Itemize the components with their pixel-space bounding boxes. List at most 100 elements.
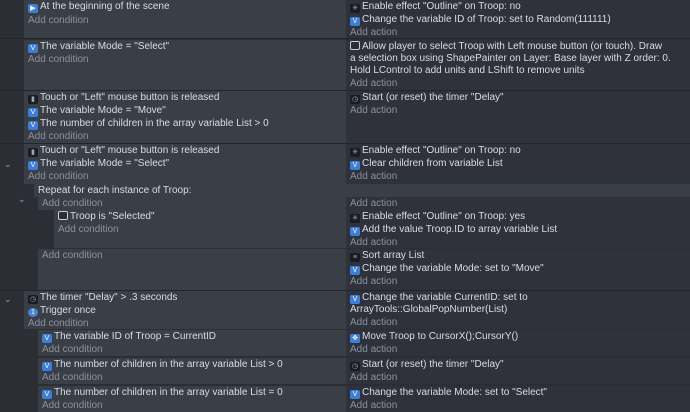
condition-line[interactable]: ◷ The timer "Delay" > .3 seconds [24,291,346,304]
add-action-link[interactable]: Add action [346,399,690,412]
add-action-link[interactable]: Add action [346,197,690,210]
event-release-move[interactable]: ▮ Touch or "Left" mouse button is release… [0,91,690,143]
condition-line[interactable]: V The number of children in the array var… [38,386,346,399]
sub-actions-panel[interactable]: ◷ Start (or reset) the timer "Delay" Add … [346,358,690,384]
sub-conditions-panel[interactable]: V The number of children in the array var… [38,386,346,412]
action-text: Change the variable ID of Troop: set to … [362,14,611,25]
condition-line[interactable]: V The variable Mode = "Select" [24,40,346,53]
action-line[interactable]: ✳ Enable effect "Outline" on Troop: no [346,0,690,13]
variable-icon: V [42,362,52,371]
selection-icon [350,41,360,50]
add-action-link[interactable]: Add action [346,343,690,356]
actions-panel[interactable]: ✳ Enable effect "Outline" on Troop: no VC… [346,0,690,38]
sub-conditions-panel[interactable]: Troop is "Selected" Add condition [54,210,346,248]
condition-line[interactable]: V The variable ID of Troop = CurrentID [38,330,346,343]
add-action-link[interactable]: Add action [346,275,690,288]
condition-text: Trigger once [40,305,96,316]
condition-line[interactable]: ▶ At the beginning of the scene [24,0,346,13]
add-action-link[interactable]: Add action [346,316,690,329]
variable-icon: V [350,17,360,26]
condition-line[interactable]: ▮ Touch or "Left" mouse button is release… [24,144,346,157]
collapse-chevron-icon[interactable]: ⌄ [4,294,14,304]
action-text: Change the variable Mode: set to "Select… [362,387,547,398]
sub-actions-panel[interactable]: V Change the variable Mode: set to "Selec… [346,386,690,412]
add-condition-link[interactable]: Add condition [24,130,346,143]
action-line[interactable]: V Add the value Troop.ID to array variabl… [346,223,690,236]
add-condition-link[interactable]: Add condition [38,371,346,384]
collapse-chevron-icon[interactable]: ⌄ [18,194,28,204]
event-begin-scene[interactable]: ▶ At the beginning of the scene Add condi… [0,0,690,38]
timer-icon: ◷ [28,295,38,304]
sub-actions-panel[interactable]: ✳ Enable effect "Outline" on Troop: yes V… [346,210,690,248]
add-action-link[interactable]: Add action [346,104,690,117]
sub-conditions-panel[interactable]: V The variable ID of Troop = CurrentID Ad… [38,330,346,356]
event-sheet: ▶ At the beginning of the scene Add condi… [0,0,690,412]
repeat-block[interactable]: ⌄ Repeat for each instance of Troop: Add… [0,184,690,290]
conditions-panel[interactable]: ▮ Touch or "Left" mouse button is release… [24,144,346,184]
condition-line[interactable]: 1 Trigger once [24,304,346,317]
sub-actions-panel[interactable]: ✥ Move Troop to CursorX();CursorY() Add a… [346,330,690,356]
action-line: Hold LControl to add units and LShift to… [346,64,690,77]
condition-text: Touch or "Left" mouse button is released [40,92,220,103]
add-action-link[interactable]: Add action [346,371,690,384]
move-icon: ✥ [350,334,360,343]
action-line[interactable]: ✳ Enable effect "Outline" on Troop: no [346,144,690,157]
condition-line[interactable]: ▮ Touch or "Left" mouse button is release… [24,91,346,104]
add-condition-link[interactable]: Add condition [24,14,346,27]
action-line[interactable]: V Change the variable ID of Troop: set to… [346,13,690,26]
condition-line[interactable]: V The number of children in the array var… [38,358,346,371]
variable-icon: V [350,161,360,170]
action-line[interactable]: ✥ Move Troop to CursorX();CursorY() [346,330,690,343]
repeat-header[interactable]: Repeat for each instance of Troop: [34,184,690,197]
variable-icon: V [28,121,38,130]
condition-line[interactable]: V The variable Mode = "Move" [24,104,346,117]
action-text: Change the variable Mode: set to "Move" [362,263,544,274]
action-line[interactable]: ◷ Start (or reset) the timer "Delay" [346,358,690,371]
event-mode-select[interactable]: V The variable Mode = "Select" Add condit… [0,40,690,90]
event-release-select[interactable]: ⌄ ▮ Touch or "Left" mouse button is relea… [0,144,690,184]
add-action-link[interactable]: Add action [346,77,690,90]
action-line[interactable]: ✳ Enable effect "Outline" on Troop: yes [346,210,690,223]
action-line[interactable]: ◷ Start (or reset) the timer "Delay" [346,91,690,104]
mouse-icon: ▮ [28,148,38,157]
add-action-link[interactable]: Add action [346,236,690,249]
add-condition-link[interactable]: Add condition [38,343,346,356]
conditions-panel[interactable]: ▮ Touch or "Left" mouse button is release… [24,91,346,143]
action-text: Allow player to select Troop with Left m… [362,41,663,52]
repeat-conditions-panel[interactable]: Add condition [38,197,346,210]
action-text: Enable effect "Outline" on Troop: no [362,1,521,12]
action-text: Start (or reset) the timer "Delay" [362,92,504,103]
sub-conditions-panel[interactable]: V The number of children in the array var… [38,358,346,384]
add-condition-link[interactable]: Add condition [24,53,346,66]
actions-panel[interactable]: ✳ Enable effect "Outline" on Troop: no VC… [346,144,690,184]
add-condition-link[interactable]: Add condition [38,197,346,210]
timer-icon: ◷ [350,362,360,371]
add-condition-link[interactable]: Add condition [38,399,346,412]
timer-icon: ◷ [350,95,360,104]
action-line[interactable]: V Clear children from variable List [346,157,690,170]
conditions-panel[interactable]: ▶ At the beginning of the scene Add condi… [24,0,346,38]
conditions-panel[interactable]: V The variable Mode = "Select" Add condit… [24,40,346,90]
event-timer-delay[interactable]: ⌄ ◷ The timer "Delay" > .3 seconds 1 Trigg… [0,291,690,412]
actions-panel[interactable]: V Change the variable CurrentID: set to A… [346,291,690,329]
action-line[interactable]: ≡ Sort array List [346,249,690,262]
condition-line[interactable]: V The variable Mode = "Select" [24,157,346,170]
sub-actions-panel[interactable]: ≡ Sort array List V Change the variable Mo… [346,249,690,290]
actions-panel[interactable]: Allow player to select Troop with Left m… [346,40,690,90]
collapse-chevron-icon[interactable]: ⌄ [4,159,14,169]
repeat-actions-panel[interactable]: Add action [346,197,690,210]
add-condition-link[interactable]: Add condition [24,317,346,330]
add-condition-link[interactable]: Add condition [24,170,346,183]
add-condition-link[interactable]: Add condition [54,223,346,236]
add-condition-link[interactable]: Add condition [38,249,346,262]
repeat-header-text: Repeat for each instance of Troop: [38,185,192,196]
actions-panel[interactable]: ◷ Start (or reset) the timer "Delay" Add … [346,91,690,143]
action-line[interactable]: V Change the variable Mode: set to "Move" [346,262,690,275]
action-line[interactable]: V Change the variable Mode: set to "Selec… [346,386,690,399]
action-text: Move Troop to CursorX();CursorY() [362,331,519,342]
condition-line[interactable]: Troop is "Selected" [54,210,346,223]
sub-conditions-panel[interactable]: Add condition [38,249,346,290]
condition-line[interactable]: V The number of children in the array var… [24,117,346,130]
conditions-panel[interactable]: ◷ The timer "Delay" > .3 seconds 1 Trigger… [24,291,346,329]
add-action-link[interactable]: Add action [346,170,690,183]
